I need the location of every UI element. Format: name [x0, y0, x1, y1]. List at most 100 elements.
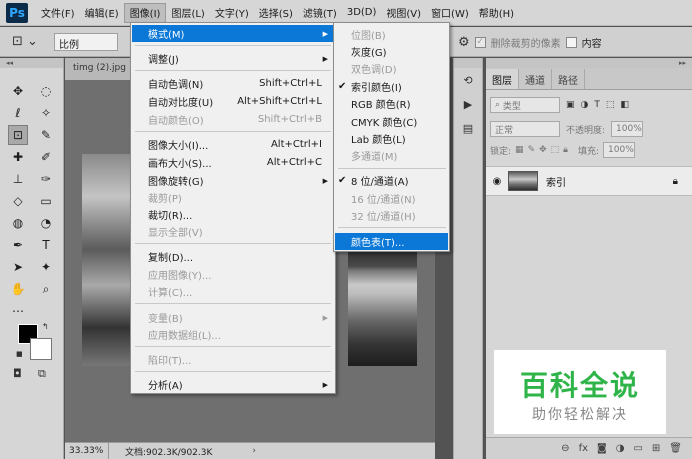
filter-kind-select[interactable]: ⌕ 类型 — [490, 97, 560, 113]
menu-item-trap[interactable]: 陷印(T)... — [132, 351, 334, 368]
menu-item-image-size[interactable]: 图像大小(I)... Alt+Ctrl+I — [132, 136, 334, 153]
healing-brush-icon[interactable]: ✚ — [8, 147, 28, 167]
add-mask-icon[interactable]: ◙ — [597, 443, 607, 454]
swap-colors-icon[interactable]: ↰ — [42, 322, 49, 331]
blend-mode-select[interactable]: 正常 — [490, 121, 560, 137]
menu-filter[interactable]: 滤镜(T) — [298, 3, 342, 23]
lock-all-icon[interactable]: 🔒︎ — [563, 145, 568, 155]
document-tab[interactable]: timg (2).jpg — [65, 58, 135, 80]
menu-view[interactable]: 视图(V) — [381, 3, 426, 23]
tab-channels[interactable]: 通道 — [519, 69, 552, 89]
eraser-icon[interactable]: ◇ — [8, 191, 28, 211]
menu-item-auto-color[interactable]: 自动颜色(O) Shift+Ctrl+B — [132, 111, 334, 128]
fill-input[interactable]: 100% — [603, 142, 636, 158]
status-arrow-icon[interactable]: › — [252, 446, 256, 456]
delete-cropped-checkbox[interactable]: ✓ — [474, 36, 486, 48]
menu-window[interactable]: 窗口(W) — [426, 3, 474, 23]
menu-item-crop[interactable]: 裁剪(P) — [132, 189, 334, 206]
pen-tool-icon[interactable]: ✒ — [8, 235, 28, 255]
menu-item-auto-tone[interactable]: 自动色调(N) Shift+Ctrl+L — [132, 75, 334, 92]
type-filter-icon[interactable]: T — [594, 100, 600, 110]
menu-item-color-table[interactable]: 颜色表(T)... — [335, 233, 448, 250]
pixel-filter-icon[interactable]: ▣ — [566, 100, 575, 110]
lock-artboard-icon[interactable]: ⬚ — [551, 145, 560, 155]
menu-item-16-bit[interactable]: 16 位/通道(N) — [335, 190, 448, 207]
path-select-icon[interactable]: ➤ — [8, 257, 28, 277]
shape-filter-icon[interactable]: ⬚ — [606, 100, 615, 110]
menu-item-trim[interactable]: 裁切(R)... — [132, 206, 334, 223]
menu-item-adjustments[interactable]: 调整(J) ▶ — [132, 50, 334, 67]
history-brush-icon[interactable]: ✑ — [36, 169, 56, 189]
ratio-select[interactable]: 比例 — [54, 32, 118, 51]
layer-row[interactable]: ◉ 索引 🔒︎ — [486, 166, 692, 196]
screen-mode-icon[interactable]: ⧉ — [38, 367, 46, 381]
tab-layers[interactable]: 图层 — [486, 69, 519, 89]
menu-item-duotone[interactable]: 双色调(D) — [335, 60, 448, 77]
menu-item-auto-contrast[interactable]: 自动对比度(U) Alt+Shift+Ctrl+L — [132, 93, 334, 110]
menu-item-reveal-all[interactable]: 显示全部(V) — [132, 223, 334, 240]
menu-item-analysis[interactable]: 分析(A) ▶ — [132, 376, 334, 393]
brush-icon[interactable]: ✐ — [36, 147, 56, 167]
adjustment-layer-icon[interactable]: ◑ — [616, 443, 625, 454]
menu-layer[interactable]: 图层(L) — [166, 3, 209, 23]
crop-tool-preset-icon[interactable]: ⊡ ⌄ — [12, 32, 38, 52]
menu-item-8-bit[interactable]: ✔ 8 位/通道(A) — [335, 172, 448, 189]
properties-panel-icon[interactable]: ▤ — [454, 116, 482, 140]
new-layer-icon[interactable]: ⊞ — [652, 443, 660, 454]
menu-help[interactable]: 帮助(H) — [474, 3, 519, 23]
shape-tool-icon[interactable]: ✦ — [36, 257, 56, 277]
trash-icon[interactable]: 🗑︎ — [669, 443, 682, 454]
menu-3d[interactable]: 3D(D) — [342, 3, 382, 23]
zoom-level[interactable]: 33.33% — [65, 443, 109, 459]
marquee-tool-icon[interactable]: ◌ — [36, 81, 56, 101]
menu-item-lab-color[interactable]: Lab 颜色(L) — [335, 130, 448, 147]
menu-item-apply-image[interactable]: 应用图像(Y)... — [132, 266, 334, 283]
menu-edit[interactable]: 编辑(E) — [80, 3, 124, 23]
menu-item-32-bit[interactable]: 32 位/通道(H) — [335, 207, 448, 224]
lock-pixels-icon[interactable]: ✎ — [528, 145, 536, 155]
blur-tool-icon[interactable]: ◍ — [8, 213, 28, 233]
fx-icon[interactable]: fx — [579, 443, 588, 454]
link-layers-icon[interactable]: ⊖ — [561, 443, 569, 454]
default-colors-icon[interactable]: ■ — [16, 350, 23, 358]
menu-item-multichannel[interactable]: 多通道(M) — [335, 147, 448, 164]
crop-tool-icon[interactable]: ⊡ — [8, 125, 28, 145]
menu-select[interactable]: 选择(S) — [254, 3, 298, 23]
menu-item-duplicate[interactable]: 复制(D)... — [132, 248, 334, 265]
gear-icon[interactable]: ⚙ — [458, 35, 470, 50]
menu-type[interactable]: 文字(Y) — [210, 3, 254, 23]
menu-item-apply-data-set[interactable]: 应用数据组(L)... — [132, 326, 334, 343]
panel-collapse[interactable]: ▸▸ — [486, 58, 692, 68]
background-color-swatch[interactable] — [30, 338, 52, 360]
menu-item-rgb-color[interactable]: RGB 颜色(R) — [335, 95, 448, 112]
more-tools-icon[interactable]: ⋯ — [8, 301, 28, 321]
lasso-tool-icon[interactable]: ℓ — [8, 103, 28, 123]
move-tool-icon[interactable]: ✥ — [8, 81, 28, 101]
smart-filter-icon[interactable]: ◧ — [620, 100, 629, 110]
tools-panel-collapse[interactable]: ◂◂ — [0, 58, 63, 68]
layer-name[interactable]: 索引 — [546, 174, 566, 189]
menu-item-canvas-size[interactable]: 画布大小(S)... Alt+Ctrl+C — [132, 154, 334, 171]
dodge-tool-icon[interactable]: ◔ — [36, 213, 56, 233]
lock-position-icon[interactable]: ✥ — [539, 145, 547, 155]
actions-panel-icon[interactable]: ▶ — [454, 92, 482, 116]
menu-item-image-rotation[interactable]: 图像旋转(G) ▶ — [132, 172, 334, 189]
gradient-icon[interactable]: ▭ — [36, 191, 56, 211]
stamp-tool-icon[interactable]: ⊥ — [8, 169, 28, 189]
zoom-tool-icon[interactable]: ⌕ — [36, 279, 56, 299]
menu-item-variables[interactable]: 变量(B) ▶ — [132, 309, 334, 326]
history-panel-icon[interactable]: ⟲ — [454, 68, 482, 92]
content-aware-checkbox[interactable] — [565, 36, 577, 48]
menu-item-cmyk-color[interactable]: CMYK 颜色(C) — [335, 113, 448, 130]
new-group-icon[interactable]: ▭ — [633, 443, 642, 454]
eyedropper-icon[interactable]: ✎ — [36, 125, 56, 145]
hand-tool-icon[interactable]: ✋ — [8, 279, 28, 299]
menu-item-indexed-color[interactable]: ✔ 索引颜色(I) — [335, 78, 448, 95]
eye-icon[interactable]: ◉ — [486, 176, 508, 187]
magic-wand-icon[interactable]: ✧ — [36, 103, 56, 123]
menu-item-grayscale[interactable]: 灰度(G) — [335, 43, 448, 60]
opacity-input[interactable]: 100% — [611, 121, 644, 137]
menu-item-mode[interactable]: 模式(M) ▶ — [132, 25, 334, 42]
adjustment-filter-icon[interactable]: ◑ — [581, 100, 589, 110]
menu-item-bitmap[interactable]: 位图(B) — [335, 26, 448, 43]
